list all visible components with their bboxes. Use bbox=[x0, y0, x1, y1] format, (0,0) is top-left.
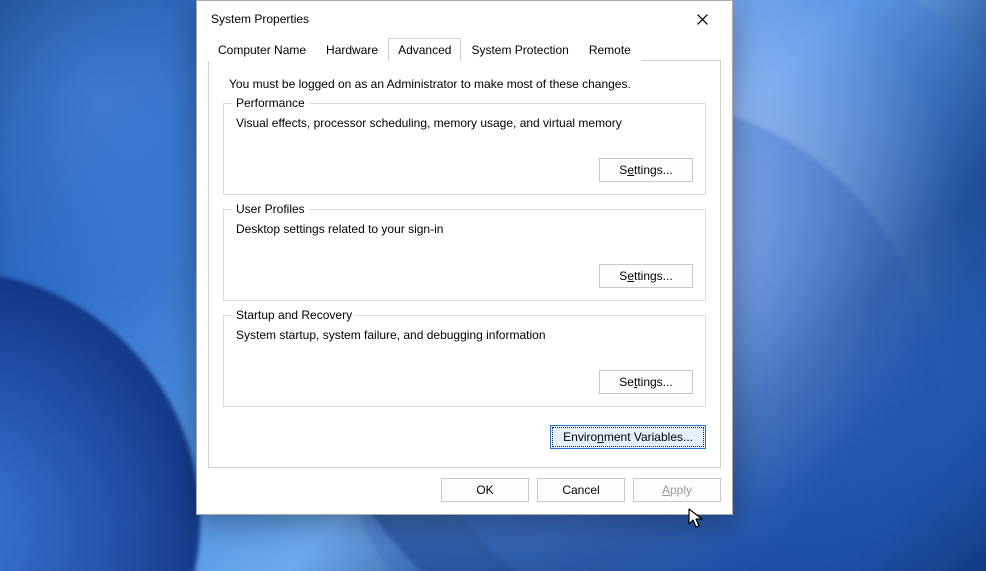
tab-remote[interactable]: Remote bbox=[579, 38, 641, 61]
close-icon bbox=[697, 14, 708, 25]
group-user-profiles-legend: User Profiles bbox=[232, 202, 309, 216]
apply-button[interactable]: Apply bbox=[633, 478, 721, 502]
group-performance-legend: Performance bbox=[232, 96, 309, 110]
tab-computer-name[interactable]: Computer Name bbox=[208, 38, 316, 61]
cancel-button[interactable]: Cancel bbox=[537, 478, 625, 502]
group-performance: Performance Visual effects, processor sc… bbox=[223, 103, 706, 195]
tab-system-protection[interactable]: System Protection bbox=[461, 38, 578, 61]
tab-advanced[interactable]: Advanced bbox=[388, 38, 461, 61]
startup-recovery-settings-button[interactable]: Settings... bbox=[599, 370, 693, 394]
tabstrip: Computer Name Hardware Advanced System P… bbox=[208, 38, 721, 61]
close-button[interactable] bbox=[680, 4, 724, 34]
group-startup-recovery-legend: Startup and Recovery bbox=[232, 308, 356, 322]
environment-variables-button[interactable]: Environment Variables... bbox=[550, 425, 706, 449]
titlebar[interactable]: System Properties bbox=[197, 1, 732, 37]
tab-hardware[interactable]: Hardware bbox=[316, 38, 388, 61]
tab-panel-advanced: You must be logged on as an Administrato… bbox=[208, 60, 721, 468]
user-profiles-settings-button[interactable]: Settings... bbox=[599, 264, 693, 288]
system-properties-dialog: System Properties Computer Name Hardware… bbox=[196, 0, 733, 515]
group-user-profiles-desc: Desktop settings related to your sign-in bbox=[236, 222, 693, 236]
group-startup-recovery-desc: System startup, system failure, and debu… bbox=[236, 328, 693, 342]
group-user-profiles: User Profiles Desktop settings related t… bbox=[223, 209, 706, 301]
window-title: System Properties bbox=[211, 12, 309, 26]
ok-button[interactable]: OK bbox=[441, 478, 529, 502]
group-startup-recovery: Startup and Recovery System startup, sys… bbox=[223, 315, 706, 407]
dialog-button-bar: OK Cancel Apply bbox=[197, 468, 732, 514]
group-performance-desc: Visual effects, processor scheduling, me… bbox=[236, 116, 693, 130]
admin-notice: You must be logged on as an Administrato… bbox=[229, 77, 706, 91]
performance-settings-button[interactable]: Settings... bbox=[599, 158, 693, 182]
